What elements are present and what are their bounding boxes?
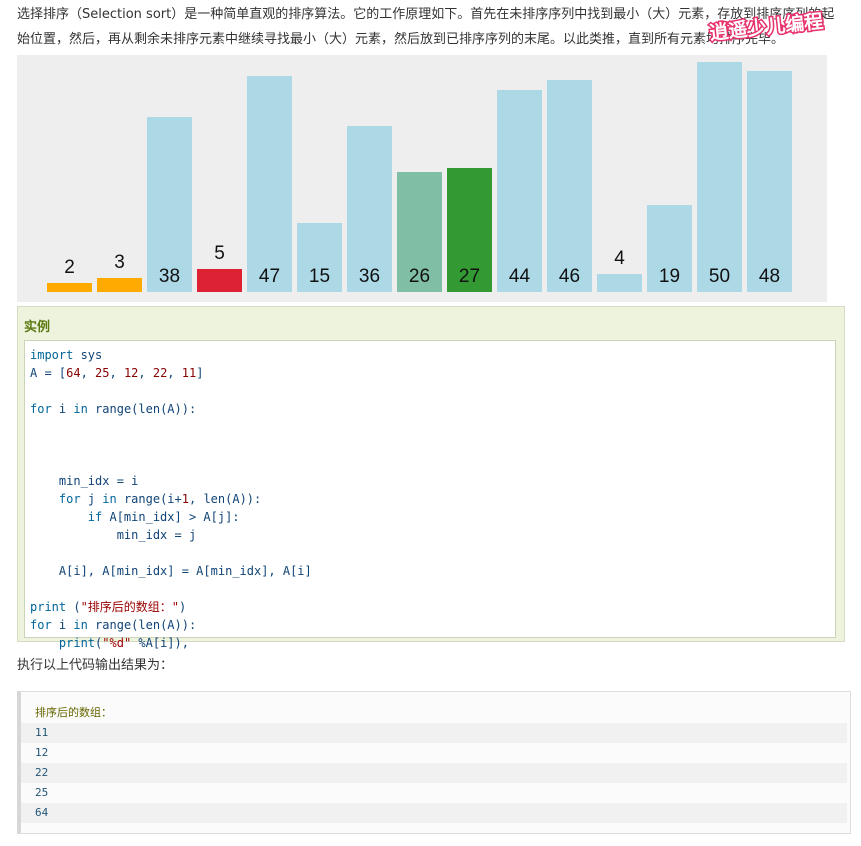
output-line: 11 <box>21 723 847 743</box>
bar-0 <box>47 282 92 292</box>
bar-10 <box>547 80 592 292</box>
example-panel: 实例 import sys A = [64, 25, 12, 22, 11] for… <box>17 306 845 650</box>
code-line: for j in range(i+1, len(A)): <box>58 492 262 506</box>
bar-label-4: 47 <box>258 266 281 287</box>
code-line: import sys <box>30 348 103 362</box>
code-line: A[i], A[min_idx] = A[min_idx], A[i] <box>30 564 312 578</box>
bar-label-12: 19 <box>658 266 681 287</box>
code-line: print ("排序后的数组：") <box>30 600 187 614</box>
bar-11 <box>597 273 642 292</box>
bar-14 <box>747 71 792 292</box>
bar-label-0: 2 <box>64 256 75 278</box>
output-block: 排序后的数组： 11 12 22 25 64 <box>17 691 851 834</box>
bar-label-3: 5 <box>214 243 225 264</box>
watermark-text: 逍遥少儿编程 <box>708 10 824 44</box>
bar-label-8: 27 <box>458 266 481 287</box>
bar-label-10: 46 <box>558 266 581 287</box>
code-line: if A[min_idx] > A[j]: <box>87 510 240 524</box>
output-line: 12 <box>35 746 49 759</box>
bar-label-6: 36 <box>358 266 381 287</box>
bar-label-11: 4 <box>614 247 625 269</box>
bar-1 <box>97 278 142 292</box>
output-line: 64 <box>21 803 847 823</box>
sort-visualization: 2 3 38 5 47 15 36 26 27 44 46 4 19 50 48 <box>17 55 827 302</box>
bar-label-13: 50 <box>708 266 731 287</box>
bar-9 <box>497 89 542 292</box>
output-line: 22 <box>21 763 847 783</box>
bar-label-1: 3 <box>114 252 125 274</box>
example-title: 实例 <box>24 320 51 335</box>
code-block: import sys A = [64, 25, 12, 22, 11] for i … <box>24 340 836 650</box>
code-line: for i in range(len(A)): <box>30 402 197 416</box>
code-line: print("%d" %A[i]), <box>58 636 189 650</box>
bar-label-7: 26 <box>408 266 431 287</box>
code-line: for i in range(len(A)): <box>30 618 197 632</box>
bar-13 <box>697 62 742 292</box>
output-line: 25 <box>35 786 49 799</box>
bar-label-9: 44 <box>508 266 531 287</box>
bar-3 <box>197 269 242 292</box>
output-line: 排序后的数组： <box>35 706 112 719</box>
code-line: min_idx = j <box>30 528 197 542</box>
watermark-logo: 逍遥少儿编程 <box>707 8 826 44</box>
code-line: min_idx = i <box>30 474 139 488</box>
bar-4 <box>247 75 292 292</box>
bar-label-2: 38 <box>158 266 181 287</box>
bar-label-14: 48 <box>758 266 781 287</box>
code-line: A = [64, 25, 12, 22, 11] <box>30 366 204 380</box>
result-label: 执行以上代码输出结果为： <box>17 658 174 673</box>
bar-label-5: 15 <box>308 266 331 287</box>
